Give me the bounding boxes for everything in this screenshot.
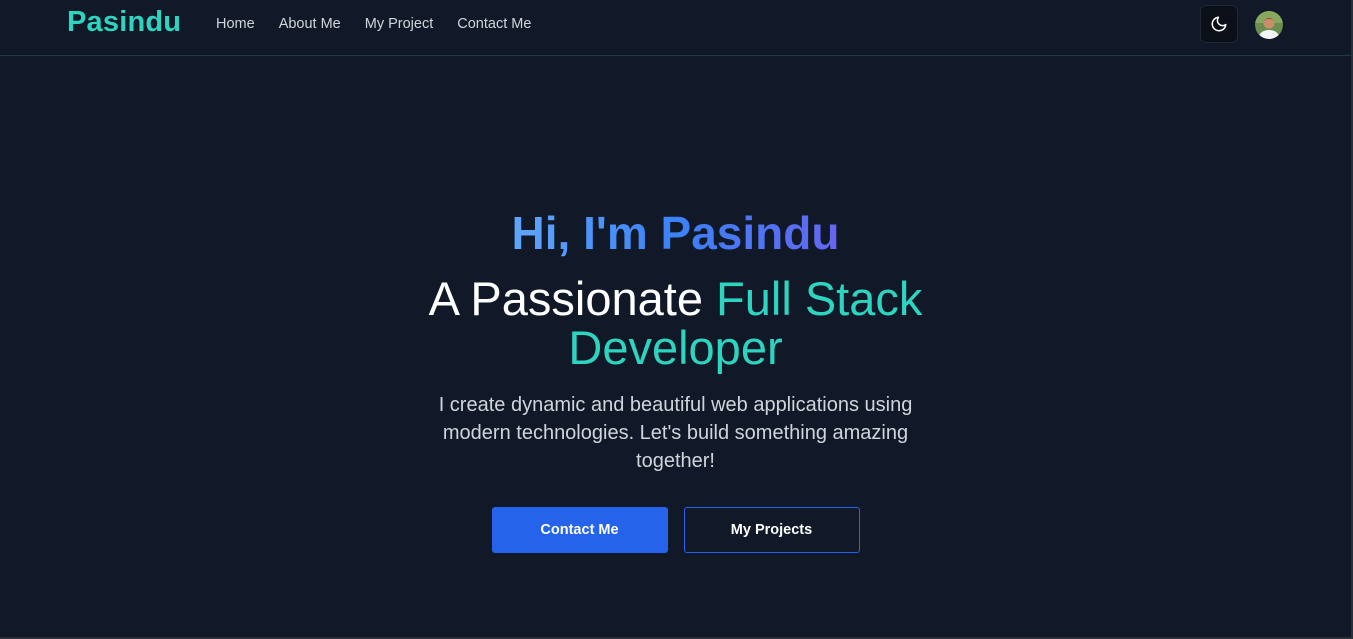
hero-actions: Contact Me My Projects xyxy=(0,507,1351,553)
hero-greeting: Hi, I'm Pasindu xyxy=(511,207,840,259)
hero-title: A Passionate Full Stack Developer xyxy=(396,274,956,372)
nav-links: Home About Me My Project Contact Me xyxy=(216,16,555,32)
hero-section: Hi, I'm Pasindu A Passionate Full Stack … xyxy=(0,205,1351,553)
nav-link-home[interactable]: Home xyxy=(216,16,255,32)
my-projects-button[interactable]: My Projects xyxy=(683,507,860,553)
profile-avatar[interactable] xyxy=(1255,11,1283,39)
nav-link-contact[interactable]: Contact Me xyxy=(457,16,531,32)
moon-icon xyxy=(1211,16,1227,32)
navbar: Pasindu Home About Me My Project Contact… xyxy=(0,0,1351,56)
nav-link-about[interactable]: About Me xyxy=(279,16,341,32)
hero-title-plain: A Passionate xyxy=(428,272,717,325)
hero-description: I create dynamic and beautiful web appli… xyxy=(438,394,913,472)
contact-me-button[interactable]: Contact Me xyxy=(491,507,668,553)
theme-toggle-button[interactable] xyxy=(1200,5,1238,43)
brand-logo[interactable]: Pasindu xyxy=(67,6,181,39)
nav-link-projects[interactable]: My Project xyxy=(365,16,434,32)
page: Pasindu Home About Me My Project Contact… xyxy=(0,0,1353,639)
